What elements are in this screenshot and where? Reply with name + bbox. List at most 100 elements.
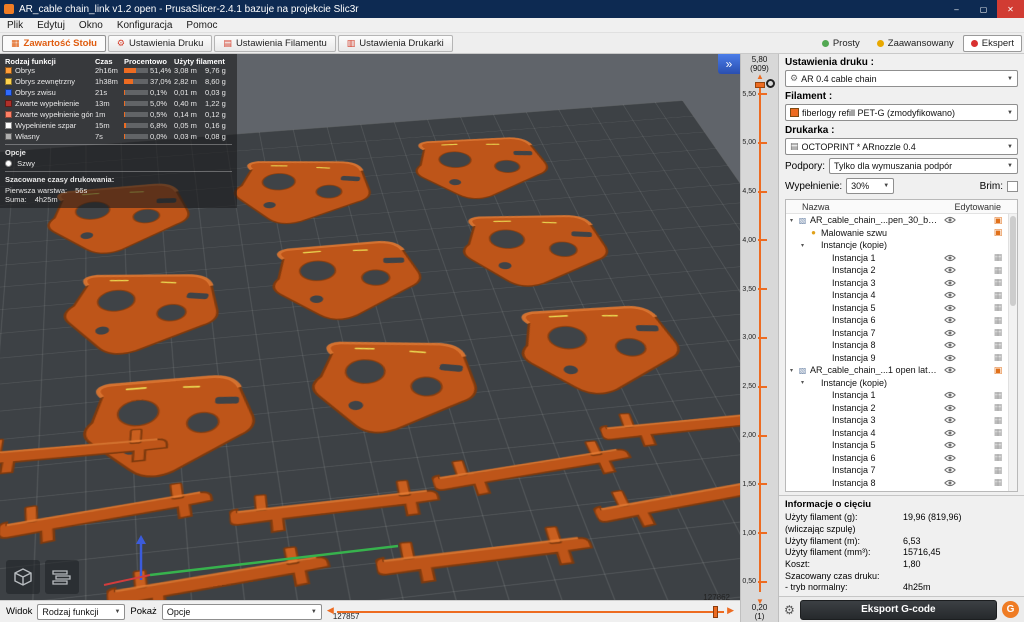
row-action-icon[interactable]: ▦ [993,277,1003,288]
menu-item[interactable]: Edytuj [30,20,72,31]
object-list-row[interactable]: Instancja 7 ▦ [786,464,1017,477]
chain-link-part[interactable] [52,265,232,362]
infill-select[interactable]: 30% ▼ [846,178,895,194]
layer-slider-handle[interactable] [755,82,765,88]
expand-arrow-icon[interactable]: ▾ [788,217,795,224]
expand-arrow-icon[interactable]: ▾ [788,367,795,374]
row-action-icon[interactable]: ▦ [993,465,1003,476]
export-gcode-button[interactable]: Eksport G-code [799,599,997,620]
object-list-row[interactable]: ▾ ▧ AR_cable_chain_...pen_30_base.stl ▣ [786,214,1017,227]
object-list-row[interactable]: Instancja 7 ▦ [786,327,1017,340]
row-action-icon[interactable]: ▣ [993,215,1003,226]
gcode-slider-track[interactable] [336,611,724,613]
3d-viewport[interactable]: Rodzaj funkcji Czas Procentowo Użyty fil… [0,54,740,600]
close-button[interactable]: ✕ [997,0,1024,18]
slider-right-arrow[interactable]: ▶ [727,605,734,616]
object-list-row[interactable]: Instancja 3 ▦ [786,414,1017,427]
visibility-eye-icon[interactable] [944,329,956,337]
layer-slider[interactable]: 5,80 (909) ▲ 5,50 5,00 4,50 4,00 3,50 3,… [740,54,778,622]
gcode-slider-handle[interactable] [713,606,718,618]
tab-printer-settings[interactable]: ▥ Ustawienia Drukarki [337,34,453,52]
print-settings-select[interactable]: ⚙ AR 0.4 cable chain ▼ [785,70,1018,87]
brim-checkbox[interactable] [1007,180,1018,192]
chain-link-part[interactable] [398,129,574,207]
object-list-row[interactable]: Instancja 6 ▦ [786,452,1017,465]
visibility-eye-icon[interactable] [944,479,956,487]
row-action-icon[interactable]: ▦ [993,340,1003,351]
latch-part[interactable] [228,472,448,538]
tab-filament-settings[interactable]: ▤ Ustawienia Filamentu [214,34,336,52]
visibility-eye-icon[interactable] [944,254,956,262]
show-select[interactable]: Opcje ▼ [161,603,322,620]
visibility-eye-icon[interactable] [944,441,956,449]
object-list-row[interactable]: Instancja 9 ▦ [786,489,1017,491]
tab-plater[interactable]: ▦ Zawartość Stołu [2,34,106,52]
mode-expert[interactable]: Ekspert [962,34,1022,52]
object-list-row[interactable]: Instancja 2 ▦ [786,402,1017,415]
visibility-eye-icon[interactable] [944,416,956,424]
row-action-icon[interactable]: ▣ [993,365,1003,376]
chain-link-part[interactable] [447,206,635,294]
legend-feature[interactable]: Obrys zwisu [5,88,93,97]
visibility-eye-icon[interactable] [944,366,956,374]
layer-up-arrow[interactable]: ▲ [756,72,764,81]
row-action-icon[interactable]: ▦ [993,315,1003,326]
object-list-row[interactable]: Instancja 2 ▦ [786,264,1017,277]
visibility-eye-icon[interactable] [944,304,956,312]
collapse-sidebar-button[interactable]: » [718,54,740,74]
chain-link-part[interactable] [497,294,715,406]
gcode-badge-icon[interactable]: G [1002,601,1019,618]
row-action-icon[interactable]: ▦ [993,390,1003,401]
visibility-eye-icon[interactable] [944,266,956,274]
view-mode-select[interactable]: Rodzaj funkcji ▼ [37,603,126,620]
maximize-button[interactable]: ▢ [970,0,997,18]
row-action-icon[interactable]: ▦ [993,352,1003,363]
expand-arrow-icon[interactable]: ▾ [799,242,806,249]
legend-option-seams[interactable]: Szwy [5,159,232,168]
visibility-eye-icon[interactable] [944,404,956,412]
object-list-row[interactable]: Instancja 6 ▦ [786,314,1017,327]
visibility-eye-icon[interactable] [944,429,956,437]
object-list-row[interactable]: Instancja 4 ▦ [786,427,1017,440]
row-action-icon[interactable]: ▦ [993,290,1003,301]
chain-link-part[interactable] [254,230,449,332]
visibility-eye-icon[interactable] [944,454,956,462]
row-action-icon[interactable]: ▣ [993,227,1003,238]
legend-feature[interactable]: Zwarte wypełnienie górne [5,110,93,119]
legend-feature[interactable]: Własny [5,132,93,141]
legend-feature[interactable]: Zwarte wypełnienie [5,99,93,108]
legend-feature[interactable]: Wypełnienie szpar [5,121,93,130]
row-action-icon[interactable]: ▦ [993,452,1003,463]
view-cube-button[interactable] [6,560,40,594]
object-list-scrollbar[interactable] [1008,214,1017,492]
visibility-eye-icon[interactable] [944,291,956,299]
menu-item[interactable]: Plik [0,20,30,31]
row-action-icon[interactable]: ▦ [993,415,1003,426]
row-action-icon[interactable]: ▦ [993,440,1003,451]
object-list-row[interactable]: ● Malowanie szwu ▣ [786,227,1017,240]
object-list-row[interactable]: Instancja 3 ▦ [786,277,1017,290]
visibility-eye-icon[interactable] [944,316,956,324]
legend-feature[interactable]: Obrys zewnętrzny [5,77,93,86]
row-action-icon[interactable]: ▦ [993,252,1003,263]
visibility-eye-icon[interactable] [944,466,956,474]
object-list-row[interactable]: Instancja 1 ▦ [786,389,1017,402]
visibility-eye-icon[interactable] [944,341,956,349]
row-action-icon[interactable]: ▦ [993,302,1003,313]
gcode-move-slider[interactable]: ◀ 127862 127857 ▶ [327,593,734,622]
mode-advanced[interactable]: Zaawansowany [869,35,962,52]
filament-select[interactable]: fiberlogy refill PET-G (zmodyfikowano) ▼ [785,104,1018,121]
visibility-eye-icon[interactable] [944,354,956,362]
minimize-button[interactable]: – [943,0,970,18]
tab-print-settings[interactable]: ⚙ Ustawienia Druku [107,34,213,52]
mode-simple[interactable]: Prosty [814,35,868,52]
object-list-row[interactable]: ▾ Instancje (kopie) [786,377,1017,390]
latch-part[interactable] [105,536,339,600]
row-action-icon[interactable]: ▦ [993,477,1003,488]
row-action-icon[interactable]: ▦ [993,427,1003,438]
visibility-eye-icon[interactable] [944,216,956,224]
layer-range-handle[interactable] [766,79,775,88]
latch-part[interactable] [592,396,740,452]
export-settings-gear-button[interactable]: ⚙ [784,603,795,617]
menu-item[interactable]: Konfiguracja [110,20,180,31]
